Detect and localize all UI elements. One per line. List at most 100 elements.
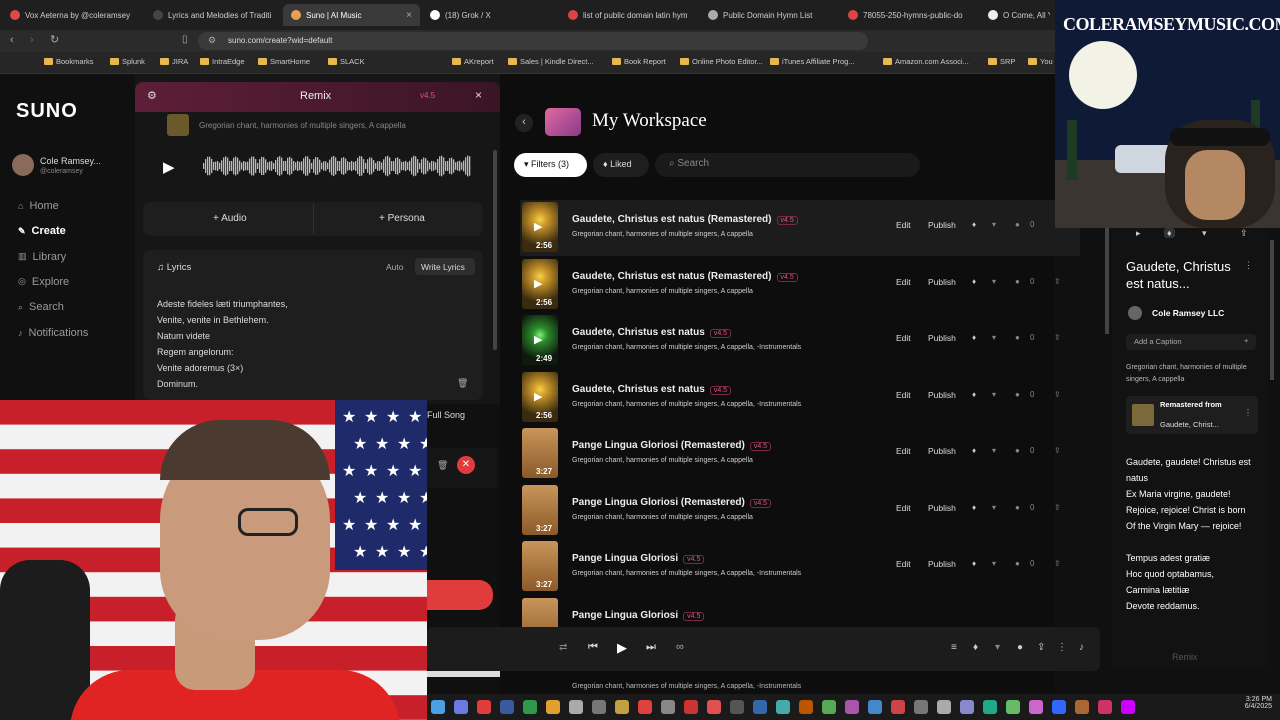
song-title[interactable]: Pange Lingua Gloriosi v4.5 <box>572 553 705 564</box>
like-count-icon[interactable]: ♦ <box>1164 228 1175 238</box>
play-icon[interactable]: ▶ <box>163 158 175 176</box>
comment-icon[interactable]: ● <box>1015 220 1020 229</box>
taskbar-app-icon[interactable] <box>684 700 698 714</box>
dislike-icon[interactable]: ▾ <box>992 333 996 342</box>
song-title[interactable]: Gaudete, Christus est natus (Remastered)… <box>572 214 798 225</box>
taskbar-app-icon[interactable] <box>753 700 767 714</box>
share-icon[interactable]: ⇪ <box>1054 503 1061 512</box>
taskbar-app-icon[interactable] <box>500 700 514 714</box>
link-icon[interactable]: ∞ <box>676 641 684 653</box>
song-row[interactable]: 3:27 Pange Lingua Gloriosi v4.5 Gregorian c… <box>520 539 1080 595</box>
artist-avatar[interactable] <box>1128 306 1142 320</box>
taskbar-app-icon[interactable] <box>661 700 675 714</box>
full-song-label[interactable]: Full Song <box>427 410 465 420</box>
dislike-icon[interactable]: ▾ <box>992 390 996 399</box>
workspace-scrollbar[interactable] <box>1105 224 1109 334</box>
browser-tab[interactable]: Lyrics and Melodies of Traditi <box>145 4 280 26</box>
nav-item-explore[interactable]: ◎ Explore <box>18 276 69 288</box>
taskbar-app-icon[interactable] <box>1029 700 1043 714</box>
taskbar-app-icon[interactable] <box>1006 700 1020 714</box>
comment-icon[interactable]: ● <box>1015 559 1020 568</box>
song-title[interactable]: Pange Lingua Gloriosi (Remastered) v4.5 <box>572 440 772 451</box>
taskbar-app-icon[interactable] <box>1075 700 1089 714</box>
search-input[interactable]: ⌕ Search <box>655 153 920 177</box>
taskbar-app-icon[interactable] <box>730 700 744 714</box>
edit-button[interactable]: Edit <box>896 446 911 456</box>
taskbar-app-icon[interactable] <box>1121 700 1135 714</box>
like-icon[interactable]: ♦ <box>972 220 976 229</box>
share-icon[interactable]: ⇪ <box>1240 228 1248 239</box>
comment-icon[interactable]: ● <box>1015 446 1020 455</box>
taskbar-app-icon[interactable] <box>937 700 951 714</box>
details-scrollbar[interactable] <box>1270 240 1274 380</box>
remastered-card[interactable]: Remastered from Gaudete, Christ... ⋮ <box>1126 396 1258 434</box>
create-button[interactable] <box>427 580 493 610</box>
like-icon[interactable]: ♦ <box>972 277 976 286</box>
bookmark-item[interactable]: Book Report <box>612 57 666 66</box>
remix-scrollbar[interactable] <box>493 150 497 350</box>
song-row[interactable]: 3:27 Pange Lingua Gloriosi (Remastered) v4… <box>520 426 1080 482</box>
publish-button[interactable]: Publish <box>928 390 956 400</box>
progress-bar[interactable] <box>427 671 500 677</box>
like-icon[interactable]: ♦ <box>972 390 976 399</box>
dislike-icon[interactable]: ▾ <box>995 642 1000 653</box>
song-row[interactable]: 3:27 Pange Lingua Gloriosi (Remastered) v4… <box>520 483 1080 539</box>
dislike-icon[interactable]: ▾ <box>992 446 996 455</box>
back-arrow-icon[interactable]: ‹ <box>515 114 533 132</box>
taskbar-app-icon[interactable] <box>891 700 905 714</box>
nav-item-library[interactable]: ▥ Library <box>18 251 66 263</box>
song-title[interactable]: Pange Lingua Gloriosi (Remastered) v4.5 <box>572 497 772 508</box>
bookmark-item[interactable]: Online Photo Editor... <box>680 57 763 66</box>
queue-icon[interactable]: ≡ <box>951 642 957 653</box>
edit-button[interactable]: Edit <box>896 503 911 513</box>
song-row[interactable]: ▶ 2:56 Gaudete, Christus est natus v4.5 Greg… <box>520 370 1080 426</box>
play-icon[interactable]: ▶ <box>534 333 542 346</box>
taskbar-app-icon[interactable] <box>592 700 606 714</box>
nav-item-home[interactable]: ⌂ Home <box>18 200 59 212</box>
publish-button[interactable]: Publish <box>928 220 956 230</box>
browser-tab[interactable]: Vox Aeterna by @coleramsey <box>2 4 142 26</box>
browser-tab[interactable]: (18) Grok / X <box>422 4 557 26</box>
bookmark-item[interactable]: iTunes Affiliate Prog... <box>770 57 855 66</box>
dislike-icon[interactable]: ▾ <box>992 277 996 286</box>
waveform[interactable] <box>203 150 471 182</box>
bookmark-item[interactable]: You <box>1028 57 1053 66</box>
nav-item-create[interactable]: ✎ Create <box>18 225 66 237</box>
share-icon[interactable]: ⇪ <box>1054 446 1061 455</box>
bookmark-item[interactable]: SRP <box>988 57 1015 66</box>
taskbar-app-icon[interactable] <box>822 700 836 714</box>
song-title[interactable]: Gaudete, Christus est natus v4.5 <box>572 384 732 395</box>
taskbar-app-icon[interactable] <box>638 700 652 714</box>
edit-button[interactable]: Edit <box>896 559 911 569</box>
comment-icon[interactable]: ● <box>1015 333 1020 342</box>
comment-icon[interactable]: ● <box>1015 277 1020 286</box>
song-row[interactable]: ▶ 2:56 Gaudete, Christus est natus (Remast… <box>520 200 1080 256</box>
publish-button[interactable]: Publish <box>928 277 956 287</box>
song-title[interactable]: Gaudete, Christus est natus (Remastered)… <box>572 271 798 282</box>
play-icon[interactable]: ▶ <box>534 220 542 233</box>
bookmark-icon[interactable]: ▯ <box>182 34 188 45</box>
edit-button[interactable]: Edit <box>896 277 911 287</box>
bookmark-item[interactable]: IntraEdge <box>200 57 245 66</box>
song-row[interactable]: ▶ 2:56 Gaudete, Christus est natus (Remast… <box>520 257 1080 313</box>
browser-tab[interactable]: Suno | AI Music × <box>283 4 420 26</box>
shuffle-icon[interactable]: ✕ <box>457 456 475 474</box>
edit-button[interactable]: Edit <box>896 390 911 400</box>
taskbar-app-icon[interactable] <box>615 700 629 714</box>
bookmark-item[interactable]: Amazon.com Associ... <box>883 57 969 66</box>
avatar[interactable] <box>12 154 34 176</box>
version-select[interactable]: v4.5 <box>420 91 435 100</box>
taskbar-app-icon[interactable] <box>523 700 537 714</box>
song-title[interactable]: Pange Lingua Gloriosi v4.5 <box>572 610 705 621</box>
play-icon[interactable]: ▶ <box>617 640 627 656</box>
taskbar-app-icon[interactable] <box>707 700 721 714</box>
like-icon[interactable]: ♦ <box>972 503 976 512</box>
repeat-icon[interactable]: ⇄ <box>559 642 567 653</box>
bookmark-item[interactable]: AKreport <box>452 57 494 66</box>
taskbar-app-icon[interactable] <box>454 700 468 714</box>
nav-item-search[interactable]: ⌕ Search <box>18 301 64 313</box>
browser-tab[interactable]: 78055-250-hymns-public-do <box>840 4 978 26</box>
reload-icon[interactable]: ↻ <box>50 33 59 46</box>
share-icon[interactable]: ⇪ <box>1054 333 1061 342</box>
bookmark-item[interactable]: Splunk <box>110 57 145 66</box>
